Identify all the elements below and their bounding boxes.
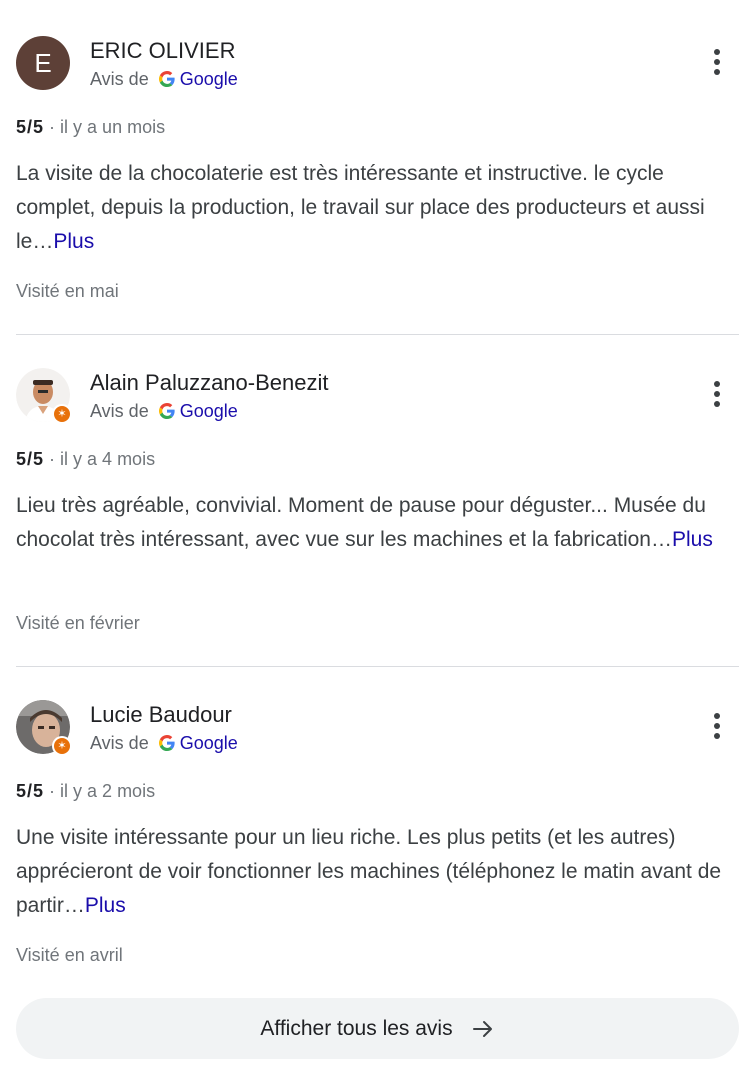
read-more-link[interactable]: Plus	[53, 230, 94, 253]
source-name[interactable]: Google	[180, 68, 238, 90]
reviewer-name[interactable]: Lucie Baudour	[90, 702, 232, 728]
reviewer-name[interactable]: Alain Paluzzano-Benezit	[90, 370, 328, 396]
visit-date: Visité en février	[16, 613, 140, 633]
rating-score: 5/5	[16, 117, 45, 137]
google-logo-icon	[158, 735, 175, 751]
review-rating: 5/5 · il y a 2 mois	[16, 780, 155, 802]
review-rating: 5/5 · il y a 4 mois	[16, 448, 155, 470]
review-time: · il y a 2 mois	[49, 781, 156, 801]
review-body: La visite de la chocolaterie est très in…	[16, 162, 705, 253]
source-prefix: Avis de	[90, 733, 149, 753]
local-guide-badge-icon: ✶	[52, 736, 72, 756]
show-all-reviews-button[interactable]: Afficher tous les avis	[16, 998, 739, 1059]
show-all-reviews-label: Afficher tous les avis	[260, 1016, 453, 1040]
more-options-icon[interactable]	[699, 376, 735, 412]
rating-score: 5/5	[16, 449, 45, 469]
review-time: · il y a un mois	[49, 117, 166, 137]
source-name[interactable]: Google	[180, 400, 238, 422]
avatar[interactable]: ✶	[16, 368, 72, 424]
review-source: Avis de Google	[90, 732, 238, 754]
review-source: Avis de Google	[90, 68, 238, 90]
visit-date: Visité en mai	[16, 281, 119, 301]
read-more-link[interactable]: Plus	[672, 528, 713, 551]
avatar-initial: E	[16, 36, 70, 90]
source-prefix: Avis de	[90, 401, 149, 421]
read-more-link[interactable]: Plus	[85, 894, 126, 917]
rating-score: 5/5	[16, 781, 45, 801]
more-options-icon[interactable]	[699, 44, 735, 80]
source-prefix: Avis de	[90, 69, 149, 89]
local-guide-badge-icon: ✶	[52, 404, 72, 424]
review-text: Une visite intéressante pour un lieu ric…	[16, 821, 726, 923]
review-rating: 5/5 · il y a un mois	[16, 116, 165, 138]
review-source: Avis de Google	[90, 400, 238, 422]
review-body: Lieu très agréable, convivial. Moment de…	[16, 494, 706, 551]
reviewer-name[interactable]: ERIC OLIVIER	[90, 38, 235, 64]
review-time: · il y a 4 mois	[49, 449, 156, 469]
google-logo-icon	[158, 71, 175, 87]
visit-date: Visité en avril	[16, 945, 123, 965]
source-name[interactable]: Google	[180, 732, 238, 754]
avatar[interactable]: E	[16, 36, 70, 90]
google-logo-icon	[158, 403, 175, 419]
avatar[interactable]: ✶	[16, 700, 72, 756]
divider	[16, 666, 739, 667]
review-text: La visite de la chocolaterie est très in…	[16, 157, 726, 259]
more-options-icon[interactable]	[699, 708, 735, 744]
divider	[16, 334, 739, 335]
arrow-right-icon	[472, 1020, 492, 1037]
review-text: Lieu très agréable, convivial. Moment de…	[16, 489, 726, 557]
